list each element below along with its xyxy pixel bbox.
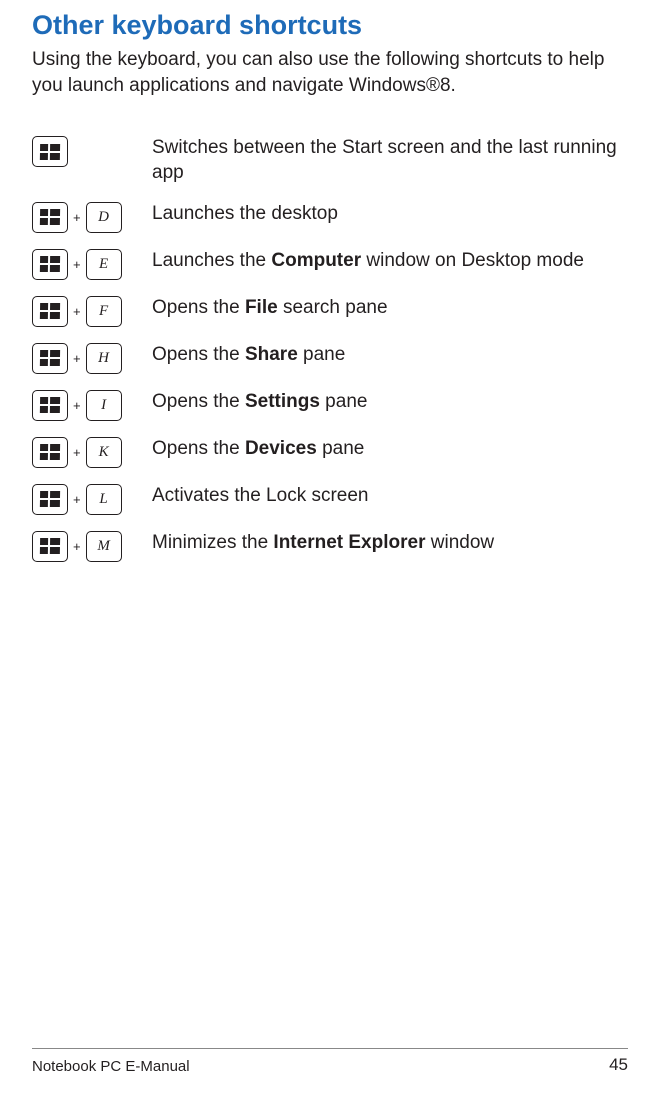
windows-logo-icon xyxy=(40,491,60,507)
shortcut-description: Opens the Devices pane xyxy=(152,435,364,462)
windows-logo-icon xyxy=(40,444,60,460)
letter-key: E xyxy=(86,249,122,280)
description-bold: Internet Explorer xyxy=(273,532,425,553)
shortcut-row: +HOpens the Share pane xyxy=(32,341,628,374)
letter-key: F xyxy=(86,296,122,327)
shortcut-keys xyxy=(32,136,152,167)
description-text: Switches between the Start screen and th… xyxy=(152,137,617,183)
description-text: Opens the xyxy=(152,391,245,412)
shortcut-keys: +F xyxy=(32,296,152,327)
key-label: L xyxy=(99,491,107,508)
key-label: H xyxy=(98,350,109,367)
plus-separator: + xyxy=(73,210,81,225)
description-text: pane xyxy=(317,438,365,459)
letter-key: I xyxy=(86,390,122,421)
description-text: Launches the desktop xyxy=(152,203,338,224)
shortcut-row: +IOpens the Settings pane xyxy=(32,388,628,421)
shortcut-description: Opens the Share pane xyxy=(152,341,345,368)
footer-page-number: 45 xyxy=(609,1055,628,1075)
windows-logo-icon xyxy=(40,350,60,366)
windows-key xyxy=(32,249,68,280)
plus-separator: + xyxy=(73,445,81,460)
plus-separator: + xyxy=(73,257,81,272)
key-label: K xyxy=(99,444,109,461)
letter-key: K xyxy=(86,437,122,468)
description-text: Opens the xyxy=(152,438,245,459)
footer-title: Notebook PC E-Manual xyxy=(32,1058,190,1075)
shortcut-keys: +E xyxy=(32,249,152,280)
shortcut-description: Opens the Settings pane xyxy=(152,388,367,415)
windows-logo-icon xyxy=(40,256,60,272)
windows-logo-icon xyxy=(40,303,60,319)
shortcut-description: Launches the desktop xyxy=(152,200,338,227)
section-heading: Other keyboard shortcuts xyxy=(32,10,628,41)
description-bold: Computer xyxy=(271,250,361,271)
key-label: E xyxy=(99,256,108,273)
windows-key xyxy=(32,343,68,374)
shortcut-description: Switches between the Start screen and th… xyxy=(152,134,628,185)
plus-separator: + xyxy=(73,539,81,554)
page-footer: Notebook PC E-Manual 45 xyxy=(32,1048,628,1075)
description-text: pane xyxy=(320,391,368,412)
description-text: window xyxy=(425,532,494,553)
shortcut-row: +FOpens the File search pane xyxy=(32,294,628,327)
shortcut-keys: +D xyxy=(32,202,152,233)
plus-separator: + xyxy=(73,304,81,319)
windows-key xyxy=(32,296,68,327)
letter-key: H xyxy=(86,343,122,374)
windows-key xyxy=(32,390,68,421)
windows-logo-icon xyxy=(40,209,60,225)
shortcut-row: +DLaunches the desktop xyxy=(32,200,628,233)
shortcut-keys: +L xyxy=(32,484,152,515)
shortcut-description: Opens the File search pane xyxy=(152,294,388,321)
description-text: Activates the Lock screen xyxy=(152,485,369,506)
letter-key: L xyxy=(86,484,122,515)
windows-key xyxy=(32,202,68,233)
shortcut-row: Switches between the Start screen and th… xyxy=(32,134,628,185)
plus-separator: + xyxy=(73,351,81,366)
description-bold: Settings xyxy=(245,391,320,412)
description-bold: Devices xyxy=(245,438,317,459)
shortcut-row: +ELaunches the Computer window on Deskto… xyxy=(32,247,628,280)
description-bold: Share xyxy=(245,344,298,365)
shortcut-description: Minimizes the Internet Explorer window xyxy=(152,529,494,556)
windows-key xyxy=(32,484,68,515)
description-text: pane xyxy=(298,344,346,365)
windows-key xyxy=(32,437,68,468)
shortcut-keys: +I xyxy=(32,390,152,421)
shortcut-keys: +H xyxy=(32,343,152,374)
description-bold: File xyxy=(245,297,278,318)
plus-separator: + xyxy=(73,492,81,507)
plus-separator: + xyxy=(73,398,81,413)
shortcut-row: +MMinimizes the Internet Explorer window xyxy=(32,529,628,562)
letter-key: D xyxy=(86,202,122,233)
windows-logo-icon xyxy=(40,397,60,413)
shortcut-row: +LActivates the Lock screen xyxy=(32,482,628,515)
shortcut-row: +KOpens the Devices pane xyxy=(32,435,628,468)
description-text: Launches the xyxy=(152,250,271,271)
shortcut-keys: +M xyxy=(32,531,152,562)
description-text: Opens the xyxy=(152,344,245,365)
description-text: Minimizes the xyxy=(152,532,273,553)
description-text: Opens the xyxy=(152,297,245,318)
key-label: M xyxy=(97,538,110,555)
shortcut-keys: +K xyxy=(32,437,152,468)
description-text: search pane xyxy=(278,297,388,318)
shortcut-list: Switches between the Start screen and th… xyxy=(32,134,628,575)
key-label: D xyxy=(98,209,109,226)
shortcut-description: Launches the Computer window on Desktop … xyxy=(152,247,584,274)
key-label: I xyxy=(101,397,106,414)
windows-key xyxy=(32,531,68,562)
windows-key xyxy=(32,136,68,167)
windows-logo-icon xyxy=(40,538,60,554)
shortcut-description: Activates the Lock screen xyxy=(152,482,369,509)
description-text: window on Desktop mode xyxy=(361,250,584,271)
intro-text: Using the keyboard, you can also use the… xyxy=(32,47,628,98)
key-label: F xyxy=(99,303,108,320)
letter-key: M xyxy=(86,531,122,562)
windows-logo-icon xyxy=(40,144,60,160)
